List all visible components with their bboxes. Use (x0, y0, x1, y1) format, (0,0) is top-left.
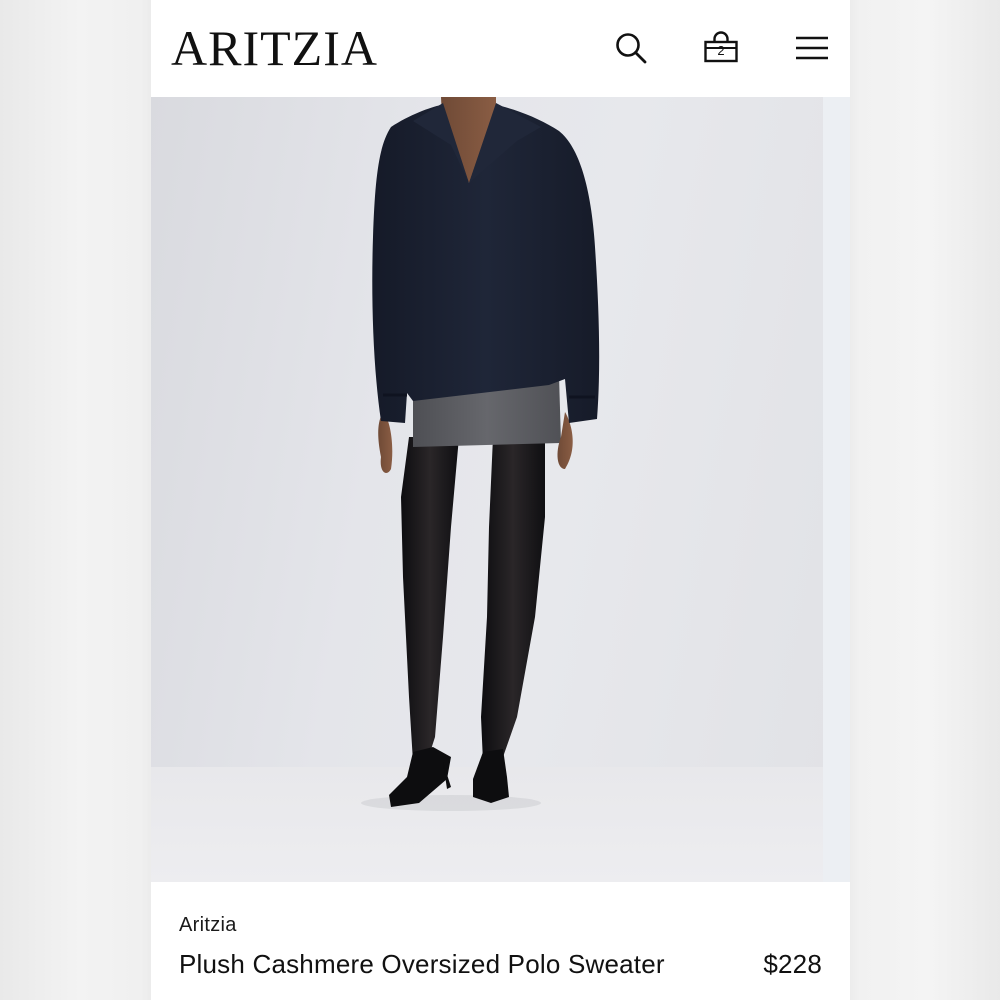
menu-button[interactable] (790, 26, 834, 70)
product-price: $228 (763, 949, 822, 979)
next-image-edge[interactable] (823, 97, 850, 882)
brand-logo[interactable]: ARITZIA (171, 22, 378, 74)
product-info: Aritzia Plush Cashmere Oversized Polo Sw… (151, 882, 850, 1000)
hamburger-menu-icon (796, 36, 828, 60)
search-icon (616, 33, 647, 64)
shopping-bag-button[interactable]: 2 (699, 26, 743, 70)
screenshot-frame: ARITZIA 2 Aritzia Plush Cashmere Oversiz… (0, 0, 1000, 1000)
product-page: ARITZIA 2 Aritzia Plush Cashmere Oversiz… (151, 0, 850, 1000)
bag-count-badge: 2 (717, 43, 725, 58)
site-header: ARITZIA 2 (151, 0, 850, 97)
search-button[interactable] (609, 26, 653, 70)
product-image[interactable] (151, 97, 823, 882)
model-figure (361, 97, 600, 811)
product-brand: Aritzia (179, 914, 237, 936)
product-name[interactable]: Plush Cashmere Oversized Polo Sweater (179, 949, 665, 980)
